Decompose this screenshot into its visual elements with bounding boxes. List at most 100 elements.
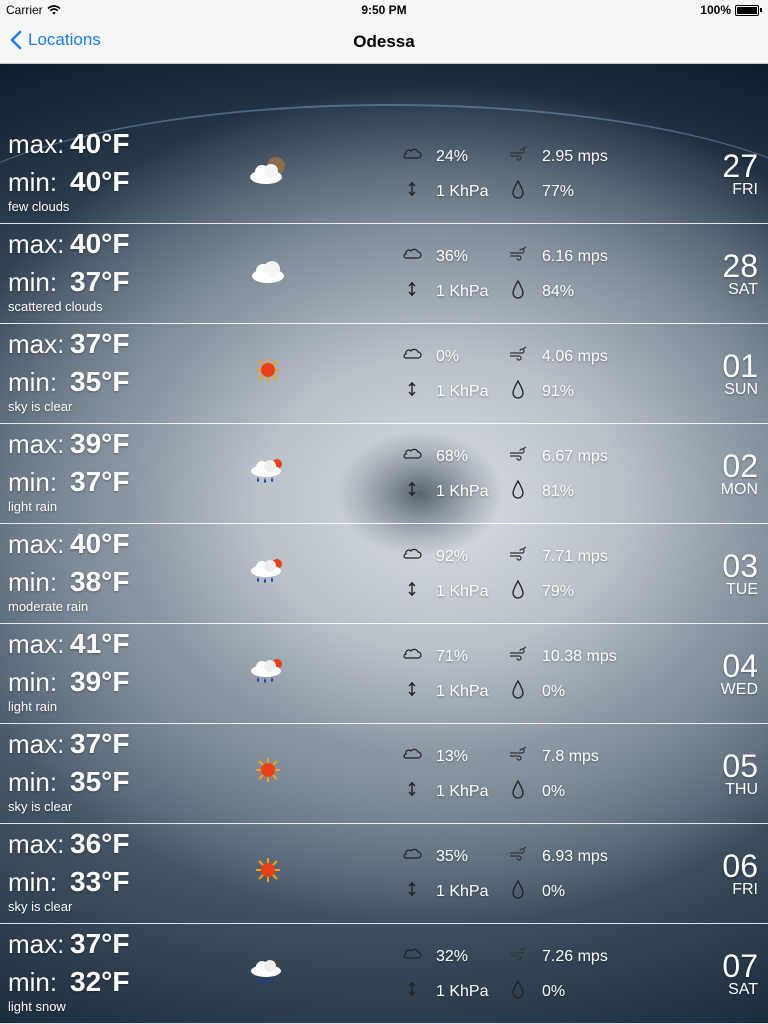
day-of-week: FRI (732, 881, 758, 898)
forecast-row[interactable]: max: 37°F min: 35°F sky is clear 13% 7.8 mps 1 … (0, 724, 768, 824)
cloud-outline-icon (402, 544, 422, 569)
drop-icon (508, 879, 528, 904)
min-value: 35°F (70, 366, 130, 397)
rain-icon (246, 452, 290, 488)
forecast-list[interactable]: max: 40°F min: 40°F few clouds 24% 2.95 mps 1 K… (0, 124, 768, 1024)
wind-value: 7.26 mps (542, 947, 608, 965)
day-number: 27 (722, 148, 758, 184)
min-value: 37°F (70, 266, 130, 297)
min-label: min: (8, 867, 58, 897)
cloudiness: 24% (402, 144, 468, 169)
forecast-date: 01 SUN (722, 350, 758, 398)
wind-speed: 7.8 mps (508, 744, 599, 769)
min-temp: min: 37°F (8, 466, 129, 498)
max-value: 40°F (70, 128, 130, 159)
day-number: 04 (722, 648, 758, 684)
cloud-outline-icon (402, 644, 422, 669)
sun-icon (246, 752, 290, 788)
cloudiness: 71% (402, 644, 468, 669)
cloud-outline-icon (402, 344, 422, 369)
cloudiness-value: 68% (436, 447, 469, 465)
drop-icon (508, 679, 528, 704)
wind-speed: 7.71 mps (508, 544, 608, 569)
drop-icon (508, 979, 528, 1004)
rain-icon (246, 552, 290, 588)
navigation-bar: Locations Odessa (0, 20, 768, 64)
wind-value: 2.95 mps (542, 147, 608, 165)
wind-value: 6.16 mps (542, 247, 608, 265)
forecast-row[interactable]: max: 40°F min: 38°F moderate rain 92% 7.71 mps… (0, 524, 768, 624)
cloudiness-value: 71% (436, 647, 469, 665)
humidity-value: 81% (542, 482, 575, 500)
battery-tip (760, 8, 762, 12)
max-temp: max: 39°F (8, 428, 129, 460)
max-label: max: (8, 429, 65, 459)
clock: 9:50 PM (361, 3, 407, 17)
max-label: max: (8, 229, 65, 259)
humidity: 77% (508, 179, 574, 204)
day-number: 01 (722, 348, 758, 384)
pressure: 1 KhPa (402, 779, 488, 804)
pressure-value: 1 KhPa (436, 682, 489, 700)
wind-speed: 10.38 mps (508, 644, 617, 669)
pressure-icon (402, 879, 422, 904)
wind-icon (508, 544, 528, 569)
humidity: 0% (508, 879, 565, 904)
forecast-row[interactable]: max: 37°F min: 35°F sky is clear 0% 4.06 mps 1 … (0, 324, 768, 424)
day-number: 03 (722, 548, 758, 584)
forecast-date: 07 SAT (722, 950, 758, 998)
pressure-value: 1 KhPa (436, 982, 489, 1000)
min-temp: min: 40°F (8, 166, 129, 198)
back-button[interactable]: Locations (10, 30, 101, 50)
forecast-date: 03 TUE (722, 550, 758, 598)
max-label: max: (8, 529, 65, 559)
forecast-row[interactable]: max: 41°F min: 39°F light rain 71% 10.38 mps 1 … (0, 624, 768, 724)
max-label: max: (8, 329, 65, 359)
drop-icon (508, 479, 528, 504)
wind-icon (508, 244, 528, 269)
weather-description: scattered clouds (8, 299, 103, 314)
day-number: 02 (722, 448, 758, 484)
cloudiness-value: 13% (436, 747, 469, 765)
day-number: 28 (722, 248, 758, 284)
pressure-icon (402, 379, 422, 404)
humidity-value: 77% (542, 182, 575, 200)
forecast-row[interactable]: max: 37°F min: 32°F light snow 32% 7.26 mps 1 K… (0, 924, 768, 1024)
cloudiness: 36% (402, 244, 468, 269)
min-temp: min: 33°F (8, 866, 129, 898)
wind-speed: 4.06 mps (508, 344, 608, 369)
wind-value: 6.93 mps (542, 847, 608, 865)
max-temp: max: 40°F (8, 228, 129, 260)
pressure-value: 1 KhPa (436, 582, 489, 600)
cloud-outline-icon (402, 244, 422, 269)
humidity: 81% (508, 479, 574, 504)
weather-description: sky is clear (8, 799, 73, 814)
humidity-value: 0% (542, 882, 566, 900)
cloudiness: 13% (402, 744, 468, 769)
pressure-icon (402, 279, 422, 304)
wind-speed: 6.16 mps (508, 244, 608, 269)
wind-icon (508, 944, 528, 969)
wind-value: 6.67 mps (542, 447, 608, 465)
forecast-row[interactable]: max: 40°F min: 37°F scattered clouds 36% 6.16 … (0, 224, 768, 324)
min-value: 32°F (70, 966, 130, 997)
battery-indicator: 100% (700, 3, 762, 17)
cloudiness-value: 32% (436, 947, 469, 965)
max-label: max: (8, 629, 65, 659)
forecast-row[interactable]: max: 40°F min: 40°F few clouds 24% 2.95 mps 1 K… (0, 124, 768, 224)
day-of-week: TUE (726, 581, 758, 598)
min-value: 39°F (70, 666, 130, 697)
forecast-row[interactable]: max: 39°F min: 37°F light rain 68% 6.67 mps 1 K… (0, 424, 768, 524)
min-value: 35°F (70, 766, 130, 797)
humidity: 0% (508, 979, 565, 1004)
max-value: 40°F (70, 228, 130, 259)
wind-speed: 6.93 mps (508, 844, 608, 869)
wind-value: 4.06 mps (542, 347, 608, 365)
weather-description: sky is clear (8, 899, 73, 914)
drop-icon (508, 779, 528, 804)
max-temp: max: 41°F (8, 628, 129, 660)
cloudiness: 0% (402, 344, 459, 369)
battery-percent: 100% (700, 3, 731, 17)
min-value: 33°F (70, 866, 130, 897)
forecast-row[interactable]: max: 36°F min: 33°F sky is clear 35% 6.93 mps 1… (0, 824, 768, 924)
